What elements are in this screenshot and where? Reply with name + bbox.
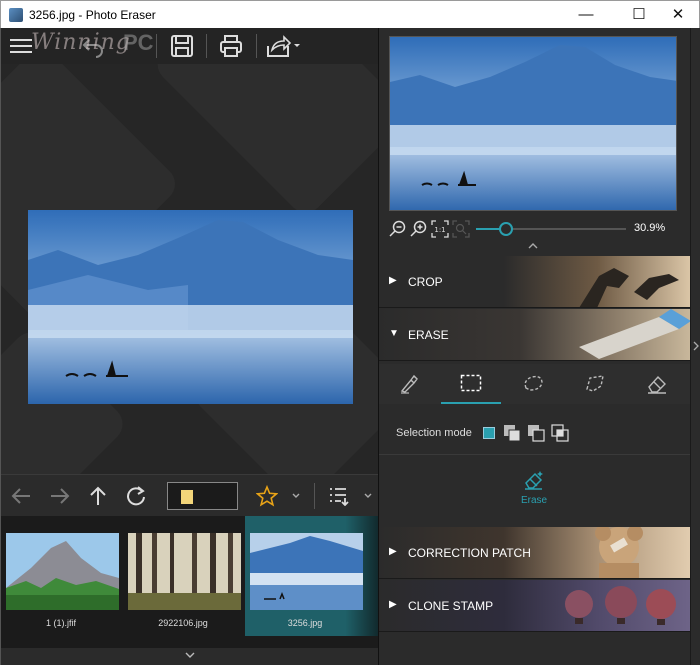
clone-stamp-label: CLONE STAMP <box>408 599 494 613</box>
zoom-value: 30.9% <box>634 222 666 234</box>
eraser-tool[interactable] <box>627 364 687 404</box>
watermark-text: Winning <box>31 30 131 55</box>
window-title: 3256.jpg - Photo Eraser <box>29 8 156 22</box>
thumbnail-name: 3256.jpg <box>287 618 323 628</box>
selection-mode-label: Selection mode <box>396 427 472 439</box>
selection-mode-add[interactable] <box>503 424 521 442</box>
thumbnail-item[interactable]: 2922106.jpg <box>123 516 243 636</box>
collapse-preview-icon[interactable] <box>527 242 539 250</box>
chevron-right-icon <box>693 341 699 351</box>
toolbar-separator <box>206 34 207 58</box>
thumbnail-item-selected[interactable]: 3256.jpg <box>245 516 378 636</box>
clone-stamp-panel-header[interactable]: ▶ CLONE STAMP <box>379 580 691 632</box>
folder-path-box[interactable] <box>167 482 238 510</box>
nav-separator <box>314 483 315 509</box>
eraser-icon <box>648 375 666 394</box>
minimize-button[interactable]: — <box>563 1 609 29</box>
crop-panel-header[interactable]: ▶ CROP <box>379 256 691 308</box>
thumbnail-item[interactable]: 1 (1).jfif <box>1 516 121 636</box>
refresh-icon[interactable] <box>125 485 147 507</box>
erase-label: ERASE <box>408 328 449 342</box>
correction-patch-label: CORRECTION PATCH <box>408 546 531 560</box>
image-canvas[interactable] <box>1 64 378 474</box>
chevron-down-icon[interactable] <box>292 492 300 500</box>
folder-icon <box>181 490 193 504</box>
fit-to-window-icon[interactable] <box>452 220 470 238</box>
zoom-controls: 1:1 30.9% <box>379 218 691 240</box>
navigation-bar <box>1 474 378 516</box>
expand-arrow-icon: ▶ <box>389 546 397 557</box>
rectangle-select-tool[interactable] <box>441 364 501 404</box>
lasso-tool[interactable] <box>503 364 563 404</box>
print-icon[interactable] <box>219 34 243 58</box>
close-button[interactable]: ✕ <box>655 1 700 29</box>
erase-panel-header[interactable]: ▼ ERASE <box>379 309 691 361</box>
thumbnail-name: 2922106.jpg <box>158 618 208 628</box>
toolbar-separator <box>256 34 257 58</box>
erase-header-image <box>579 309 691 359</box>
back-arrow-icon[interactable] <box>10 485 32 507</box>
thumbnail-image <box>6 533 119 610</box>
expand-strip-button[interactable] <box>1 648 378 665</box>
window-titlebar: 3256.jpg - Photo Eraser — ☐ ✕ <box>0 0 700 28</box>
background-decoration <box>150 64 378 220</box>
magic-eraser-icon <box>525 471 543 490</box>
thumbnail-image <box>128 533 241 610</box>
save-icon[interactable] <box>170 34 194 58</box>
navigator-preview[interactable] <box>389 36 677 211</box>
chevron-down-icon <box>185 652 195 658</box>
polygon-lasso-tool[interactable] <box>565 364 625 404</box>
thumbnail-name: 1 (1).jfif <box>45 618 76 628</box>
selection-mode-subtract[interactable] <box>527 424 545 442</box>
correction-patch-header-image <box>595 527 643 578</box>
selection-mode-intersect[interactable] <box>551 424 569 442</box>
zoom-out-icon[interactable] <box>389 220 407 238</box>
thumbnail-image <box>250 533 363 610</box>
brush-tool[interactable] <box>379 364 439 404</box>
chevron-down-icon[interactable] <box>364 492 372 500</box>
main-photo[interactable] <box>28 210 353 404</box>
right-sidebar-toggle[interactable] <box>690 28 700 665</box>
app-icon <box>9 8 23 22</box>
toolbar-separator <box>156 34 157 58</box>
expand-arrow-icon: ▶ <box>389 599 397 610</box>
editor-pane: Winning PC 1 (1).jfif 2922106.jpg 3256.j… <box>0 28 378 665</box>
watermark-text-pc: PC <box>123 30 154 55</box>
correction-patch-panel-header[interactable]: ▶ CORRECTION PATCH <box>379 527 691 579</box>
expand-arrow-icon: ▶ <box>389 275 397 286</box>
crop-label: CROP <box>408 275 443 289</box>
up-arrow-icon[interactable] <box>87 485 109 507</box>
crop-header-image <box>579 268 679 307</box>
collapse-arrow-icon: ▼ <box>389 328 399 339</box>
erase-button-label: Erase <box>520 495 548 506</box>
actual-size-icon[interactable]: 1:1 <box>431 220 449 238</box>
brush-icon <box>400 374 418 394</box>
hamburger-icon[interactable] <box>10 34 32 58</box>
erase-action-area: Erase <box>379 454 691 526</box>
erase-tool-row <box>379 364 691 404</box>
tools-pane: 1:1 30.9% ▶ CROP ▼ ERASE Selection mode … <box>378 28 700 665</box>
zoom-in-icon[interactable] <box>410 220 428 238</box>
star-icon[interactable] <box>256 485 278 507</box>
clone-stamp-header-image <box>565 586 676 625</box>
svg-text:1:1: 1:1 <box>434 226 445 234</box>
forward-arrow-icon[interactable] <box>49 485 71 507</box>
selection-mode-new[interactable] <box>483 427 495 439</box>
thumbnail-strip: 1 (1).jfif 2922106.jpg 3256.jpg <box>1 516 378 648</box>
rectangle-select-icon <box>460 374 482 392</box>
polygon-lasso-icon <box>586 375 604 392</box>
erase-button[interactable]: Erase <box>510 469 558 511</box>
zoom-slider-handle[interactable] <box>499 222 513 236</box>
selection-mode-row: Selection mode <box>379 404 691 454</box>
share-icon[interactable] <box>266 34 302 58</box>
lasso-icon <box>524 375 543 391</box>
sort-list-icon[interactable] <box>328 486 350 506</box>
